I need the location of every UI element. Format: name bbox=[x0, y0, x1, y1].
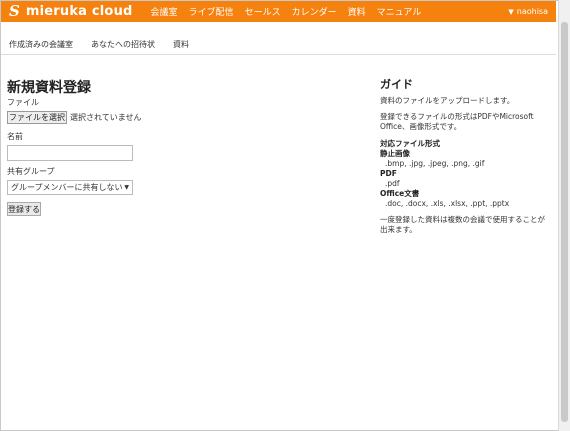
dropdown-arrow-icon: ▼ bbox=[124, 184, 129, 191]
subnav-invitations[interactable]: あなたへの招待状 bbox=[91, 39, 155, 50]
nav-meeting-room[interactable]: 会議室 bbox=[151, 5, 178, 18]
vertical-scrollbar[interactable] bbox=[558, 0, 570, 431]
top-navbar: S mieruka cloud 会議室 ライブ配信 セールス カレンダー 資料 … bbox=[1, 1, 556, 22]
file-label: ファイル bbox=[7, 98, 39, 107]
user-name: naohisa bbox=[516, 7, 548, 16]
file-status-text: 選択されていません bbox=[70, 113, 142, 122]
group-selected-value: グループメンバーに共有しない bbox=[11, 183, 123, 192]
group-label: 共有グループ bbox=[7, 167, 55, 176]
nav-live-streaming[interactable]: ライブ配信 bbox=[189, 5, 234, 18]
sub-nav: 作成済みの会議室 あなたへの招待状 資料 bbox=[1, 34, 556, 55]
scrollbar-thumb[interactable] bbox=[561, 22, 568, 422]
name-label: 名前 bbox=[7, 132, 23, 141]
guide-title: ガイド bbox=[380, 78, 413, 91]
guide-pdf-exts: .pdf bbox=[385, 179, 400, 188]
logo-text: mieruka cloud bbox=[25, 4, 133, 19]
guide-office-heading: Office文書 bbox=[380, 189, 420, 198]
guide-panel: ガイド 資料のファイルをアップロードします。 登録できるファイルの形式はPDFや… bbox=[380, 76, 548, 235]
choose-file-button[interactable]: ファイルを選択 bbox=[7, 111, 67, 124]
nav-sales[interactable]: セールス bbox=[245, 5, 281, 18]
guide-pdf-heading: PDF bbox=[380, 169, 397, 178]
guide-intro: 資料のファイルをアップロードします。 bbox=[380, 96, 515, 105]
guide-office-exts: .doc, .docx, .xls, .xlsx, .ppt, .pptx bbox=[385, 199, 510, 208]
subnav-materials[interactable]: 資料 bbox=[173, 39, 189, 50]
subnav-created-rooms[interactable]: 作成済みの会議室 bbox=[9, 39, 73, 50]
caret-down-icon: ▼ bbox=[508, 7, 514, 16]
guide-formats-text: 登録できるファイルの形式はPDFやMicrosoft Office、画像形式です… bbox=[380, 112, 534, 131]
logo[interactable]: S mieruka cloud bbox=[9, 2, 133, 20]
name-input[interactable] bbox=[7, 145, 133, 161]
submit-button[interactable]: 登録する bbox=[7, 202, 41, 216]
logo-icon: S bbox=[9, 2, 20, 20]
guide-supported-heading: 対応ファイル形式 bbox=[380, 139, 440, 148]
user-menu[interactable]: ▼ naohisa bbox=[508, 7, 548, 16]
guide-image-exts: .bmp, .jpg, .jpeg, .png, .gif bbox=[385, 159, 485, 168]
nav-materials[interactable]: 資料 bbox=[348, 5, 366, 18]
nav-calendar[interactable]: カレンダー bbox=[292, 5, 337, 18]
guide-note: 一度登録した資料は複数の会議で使用することが出来ます。 bbox=[380, 215, 545, 234]
main-nav: 会議室 ライブ配信 セールス カレンダー 資料 マニュアル bbox=[151, 5, 433, 18]
group-select[interactable]: グループメンバーに共有しない ▼ bbox=[7, 180, 133, 195]
nav-manual[interactable]: マニュアル bbox=[377, 5, 422, 18]
guide-image-heading: 静止画像 bbox=[380, 149, 410, 158]
page-title: 新規資料登録 bbox=[7, 80, 91, 96]
